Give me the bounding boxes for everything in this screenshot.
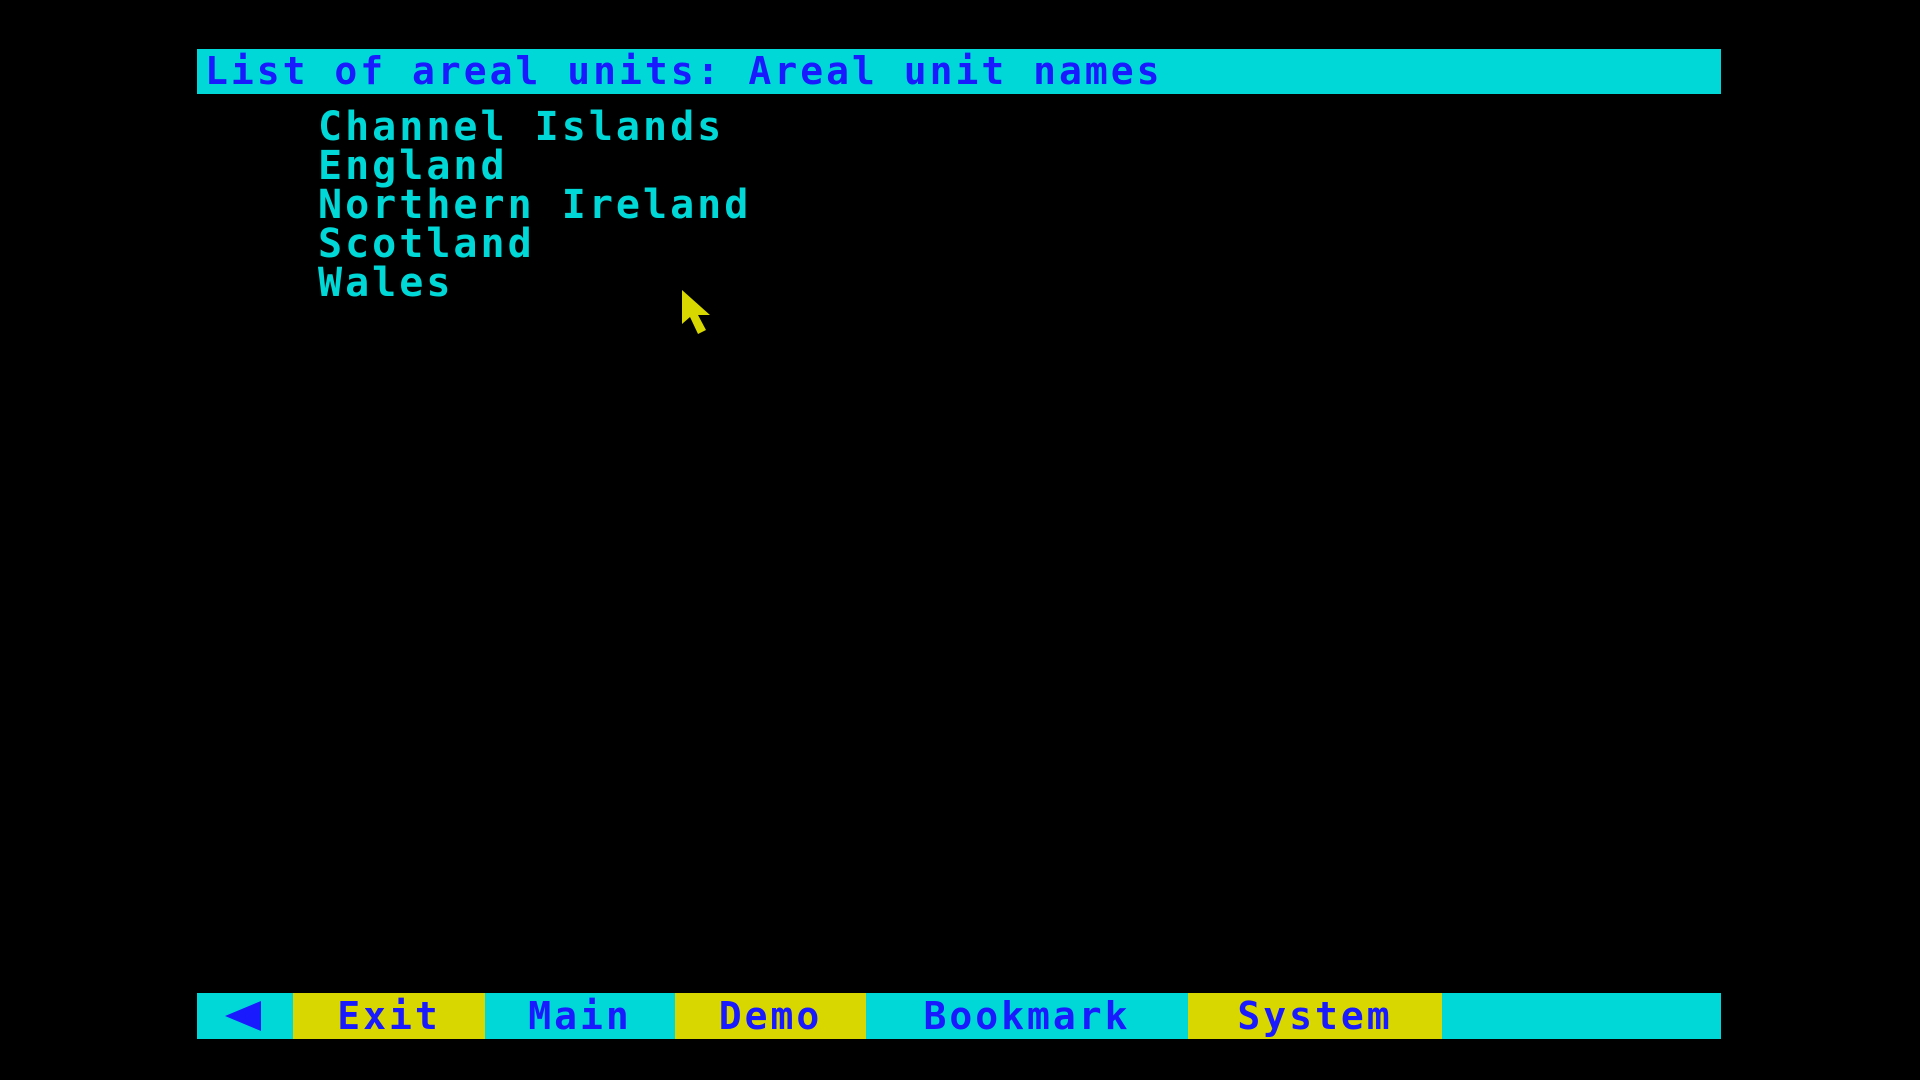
screen: List of areal units: Areal unit names Ch… (0, 0, 1920, 1080)
bookmark-button[interactable]: Bookmark (866, 993, 1188, 1039)
menu-filler (1442, 993, 1721, 1039)
areal-unit-list: Channel Islands England Northern Ireland… (318, 107, 751, 303)
demo-button[interactable]: Demo (675, 993, 866, 1039)
list-item[interactable]: Channel Islands (318, 107, 751, 147)
menu-bar: Exit Main Demo Bookmark System (197, 993, 1721, 1039)
exit-button[interactable]: Exit (293, 993, 485, 1039)
mouse-pointer-icon (682, 290, 710, 334)
list-item[interactable]: England (318, 146, 751, 186)
list-item[interactable]: Scotland (318, 224, 751, 264)
system-button[interactable]: System (1188, 993, 1442, 1039)
main-button[interactable]: Main (485, 993, 675, 1039)
back-button[interactable] (197, 993, 293, 1039)
page-title: List of areal units: Areal unit names (197, 49, 1721, 94)
list-item[interactable]: Northern Ireland (318, 185, 751, 225)
left-arrow-icon (225, 1001, 261, 1031)
